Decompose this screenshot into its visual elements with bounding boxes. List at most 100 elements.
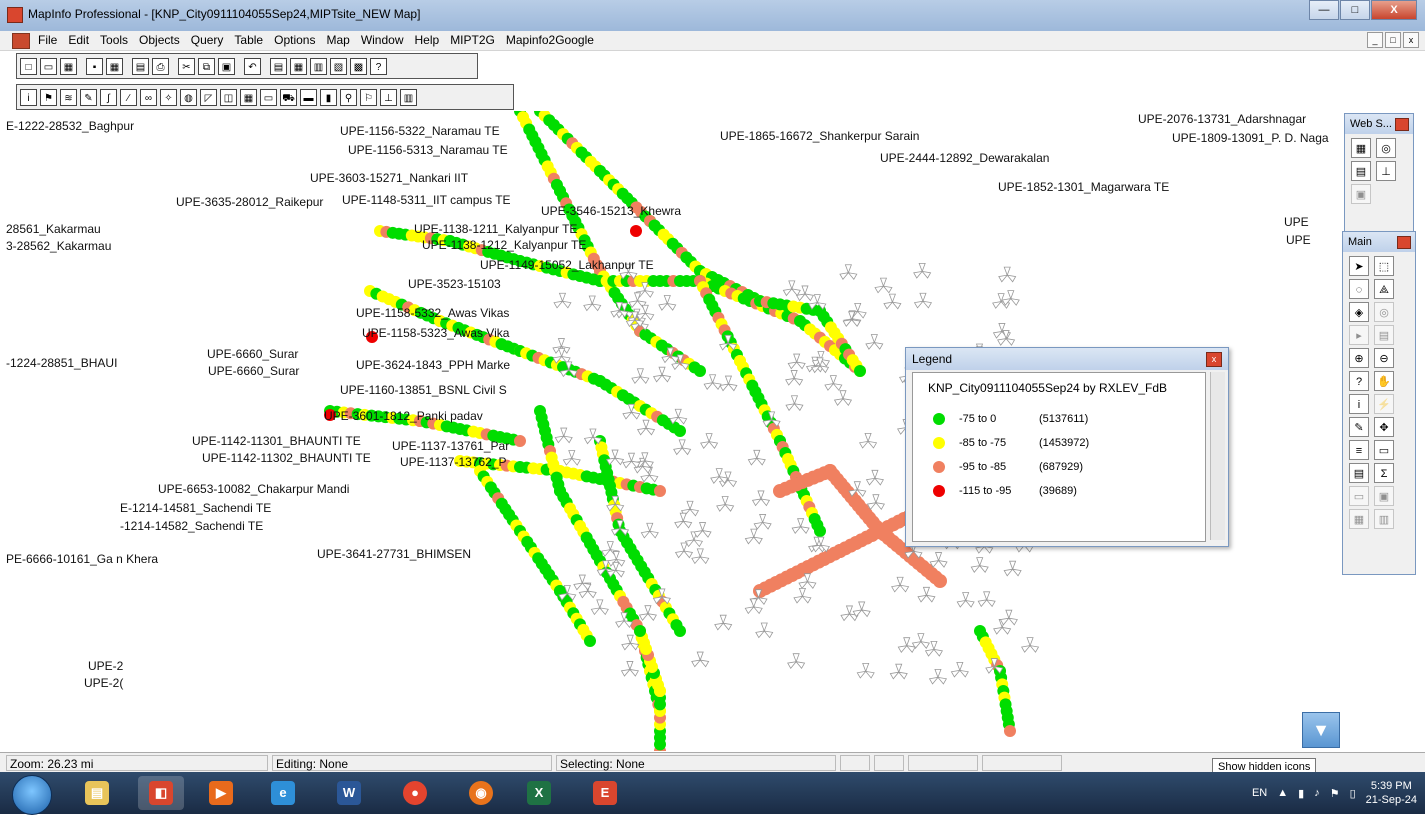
selecting-status[interactable]: Selecting: None <box>556 755 836 771</box>
cell-site-icon[interactable] <box>640 522 659 539</box>
cell-site-icon[interactable] <box>622 452 641 469</box>
legend-close-button[interactable]: x <box>1206 352 1222 367</box>
layout-window-icon[interactable]: ▧ <box>330 57 347 75</box>
mdi-close-button[interactable]: x <box>1403 32 1419 48</box>
cell-site-icon[interactable] <box>562 450 581 466</box>
label-icon[interactable]: ✎ <box>1349 417 1369 437</box>
cell-site-icon[interactable] <box>636 419 656 436</box>
info-icon[interactable]: i <box>1349 394 1369 414</box>
menu-tools[interactable]: Tools <box>100 33 128 47</box>
link-tool-icon[interactable]: ∞ <box>140 88 157 106</box>
taskbar-chrome[interactable]: ● <box>392 776 438 810</box>
cell-site-icon[interactable] <box>874 277 893 294</box>
cell-site-icon[interactable] <box>977 591 996 608</box>
mdi-minimize-button[interactable]: _ <box>1367 32 1383 48</box>
cell-site-icon[interactable] <box>669 408 688 425</box>
taskbar-app[interactable]: E <box>582 776 628 810</box>
cell-site-icon[interactable] <box>635 452 654 469</box>
editing-status[interactable]: Editing: None <box>272 755 552 771</box>
cell-site-icon[interactable] <box>858 432 878 449</box>
cell-site-icon[interactable] <box>753 514 772 530</box>
graph-select-icon[interactable]: ▤ <box>1374 325 1394 345</box>
cell-site-icon[interactable] <box>785 395 804 412</box>
cell-site-icon[interactable] <box>911 633 930 649</box>
cell-site-icon[interactable] <box>999 609 1018 626</box>
cell-site-icon[interactable] <box>913 262 932 279</box>
power-icon[interactable]: ▯ <box>1350 787 1356 800</box>
copy-icon[interactable]: ⧉ <box>198 57 215 75</box>
cell-site-icon[interactable] <box>710 468 729 484</box>
cell-site-icon[interactable] <box>744 598 763 615</box>
measure-tool-icon[interactable]: ⊥ <box>380 88 397 106</box>
legend-window[interactable]: Legend x KNP_City0911104055Sep24 by RXLE… <box>905 347 1229 547</box>
cell-site-icon[interactable] <box>852 601 871 618</box>
clip-region-icon[interactable]: ▭ <box>1349 486 1369 506</box>
new-icon[interactable]: □ <box>20 57 37 75</box>
cell-site-icon[interactable] <box>866 494 885 510</box>
cell-site-icon[interactable] <box>1001 290 1020 306</box>
network-icon[interactable]: ▮ <box>1298 787 1304 800</box>
cell-site-icon[interactable] <box>573 574 592 591</box>
cell-site-icon[interactable] <box>842 311 861 327</box>
taskbar-excel[interactable]: X <box>516 776 562 810</box>
compass-tool-icon[interactable]: ✧ <box>160 88 177 106</box>
cell-site-icon[interactable] <box>590 599 609 616</box>
browser-window-icon[interactable]: ▤ <box>270 57 287 75</box>
statistics-icon[interactable]: ▩ <box>350 57 367 75</box>
taskbar-mapinfo[interactable]: ◧ <box>138 776 184 810</box>
cell-site-icon[interactable] <box>824 375 843 391</box>
select-arrow-icon[interactable]: ➤ <box>1349 256 1369 276</box>
invert-selection-icon[interactable]: ▸ <box>1349 325 1369 345</box>
chart-tool-icon[interactable]: ▥ <box>400 88 417 106</box>
geocode-icon[interactable]: ◎ <box>1376 138 1396 158</box>
menu-mapinfo2google[interactable]: Mapinfo2Google <box>506 33 594 47</box>
document-icon[interactable] <box>12 33 30 49</box>
rectangle-tool-icon[interactable]: ▭ <box>260 88 277 106</box>
web-palette-title[interactable]: Web S... <box>1345 114 1413 134</box>
legend-scrollbar[interactable] <box>1210 372 1225 540</box>
zoom-in-icon[interactable]: ⊕ <box>1349 348 1369 368</box>
bar-tool-icon[interactable]: ▬ <box>300 88 317 106</box>
cell-site-icon[interactable] <box>889 663 908 680</box>
start-button[interactable] <box>12 775 52 815</box>
taskbar-firefox[interactable]: ◉ <box>458 776 504 810</box>
cell-site-icon[interactable] <box>691 548 710 565</box>
cell-site-icon[interactable] <box>673 439 692 456</box>
routing-icon[interactable]: ⊥ <box>1376 161 1396 181</box>
cell-site-icon[interactable] <box>691 651 710 668</box>
cell-site-icon[interactable] <box>929 552 948 568</box>
open-icon[interactable]: ▭ <box>40 57 57 75</box>
cell-site-icon[interactable] <box>714 614 733 631</box>
scroll-down-button[interactable]: ▼ <box>1302 712 1340 748</box>
cell-site-icon[interactable] <box>795 285 815 302</box>
line-tool-icon[interactable]: ∕ <box>120 88 137 106</box>
change-view-icon[interactable]: ? <box>1349 371 1369 391</box>
polyline-tool-icon[interactable]: ◸ <box>200 88 217 106</box>
map-window[interactable]: E-1222-28532_Baghpur UPE-1156-5322_Naram… <box>0 111 1425 751</box>
radius-select-icon[interactable]: ◌ <box>1349 279 1369 299</box>
menu-edit[interactable]: Edit <box>68 33 89 47</box>
cell-site-icon[interactable] <box>638 605 657 621</box>
cell-site-icon[interactable] <box>700 433 719 449</box>
car-tool-icon[interactable]: ⛟ <box>280 88 297 106</box>
flag-tool-icon[interactable]: ⚐ <box>360 88 377 106</box>
set-target-icon[interactable]: ▣ <box>1374 486 1394 506</box>
menu-query[interactable]: Query <box>191 33 224 47</box>
menu-mipt2g[interactable]: MIPT2G <box>450 33 495 47</box>
cell-site-icon[interactable] <box>782 280 801 297</box>
web-palette-close-button[interactable] <box>1395 118 1409 131</box>
volume-icon[interactable]: ♪ <box>1314 787 1320 799</box>
cell-site-icon[interactable] <box>658 295 677 311</box>
service-icon[interactable]: ▣ <box>1351 184 1371 204</box>
cell-site-icon[interactable] <box>620 661 639 677</box>
cell-site-icon[interactable] <box>865 334 884 350</box>
ruler-icon[interactable]: ▭ <box>1374 440 1394 460</box>
main-palette-close-button[interactable] <box>1397 236 1411 249</box>
map-window-icon[interactable]: ▦ <box>290 57 307 75</box>
cell-site-icon[interactable] <box>631 368 650 385</box>
cell-site-icon[interactable] <box>652 366 672 383</box>
clock[interactable]: 5:39 PM 21-Sep-24 <box>1366 779 1417 807</box>
person-tool-icon[interactable]: ⚲ <box>340 88 357 106</box>
layer-control-icon[interactable]: ≡ <box>1349 440 1369 460</box>
cell-site-icon[interactable] <box>839 264 858 281</box>
